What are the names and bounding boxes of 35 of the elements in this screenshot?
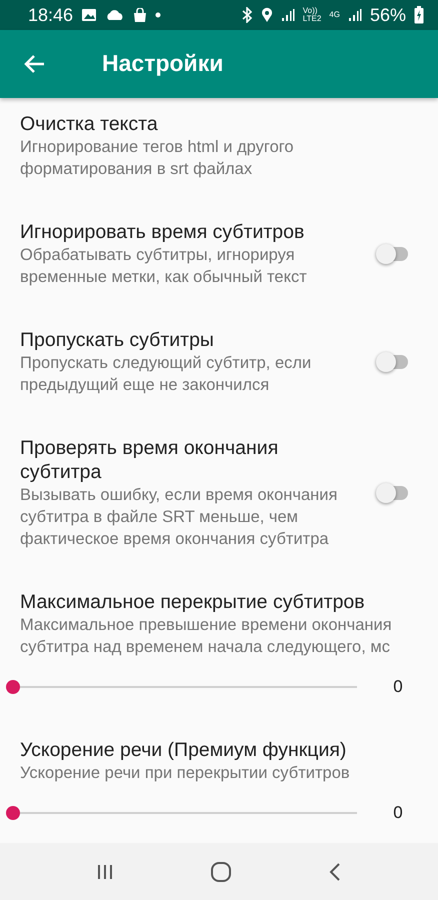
setting-title: Пропускать субтитры <box>20 328 215 352</box>
battery-charging-icon <box>414 6 424 24</box>
network-label: Vo)) <box>302 7 318 15</box>
cloud-icon <box>105 9 126 21</box>
back-button[interactable] <box>24 54 46 74</box>
battery-percent: 56% <box>370 4 406 26</box>
slider-value: 0 <box>392 676 404 698</box>
setting-title: Ускорение речи (Премиум функция) <box>20 738 348 762</box>
setting-title: Максимальное перекрытие субтитров <box>20 590 366 614</box>
location-icon <box>260 7 273 23</box>
signal-icon <box>280 8 295 22</box>
screen-title: Настройки <box>102 50 224 78</box>
slider-thumb[interactable] <box>6 680 20 694</box>
slider-value: 0 <box>392 802 404 824</box>
setting-summary: Вызывать ошибку, если время окончания субтитра в файле SRT меньше, чем фактическое время окончания субтитра <box>20 485 338 550</box>
recent-apps-icon[interactable] <box>96 862 114 880</box>
home-icon[interactable] <box>210 860 232 882</box>
setting-summary: Ускорение речи при перекрытии субтитров <box>20 763 351 784</box>
setting-title: Проверять время окончания субтитра <box>20 436 280 484</box>
image-icon <box>81 8 98 22</box>
setting-summary: Максимальное превышение времени окончания субтитра над временем начала следующего, мс <box>20 615 393 658</box>
signal-icon <box>348 8 362 22</box>
bluetooth-icon <box>240 7 253 23</box>
setting-summary: Игнорирование тегов html и другого форматирования в srt файлах <box>20 137 295 180</box>
setting-summary: Обрабатывать субтитры, игнорируя временные метки, как обычный текст <box>20 245 308 288</box>
slider-thumb[interactable] <box>6 806 20 820</box>
setting-title: Очистка текста <box>20 112 159 136</box>
setting-summary: Пропускать следующий субтитр, если предыдущий еще не закончился <box>20 353 312 396</box>
network-label: LTE2 <box>302 15 322 23</box>
shopping-bag-icon <box>133 8 148 22</box>
network-label: 4G <box>329 11 340 19</box>
setting-title: Игнорировать время субтитров <box>20 220 306 244</box>
status-time: 18:46 <box>28 4 74 26</box>
dot-icon <box>155 12 162 18</box>
back-icon[interactable] <box>328 862 342 882</box>
